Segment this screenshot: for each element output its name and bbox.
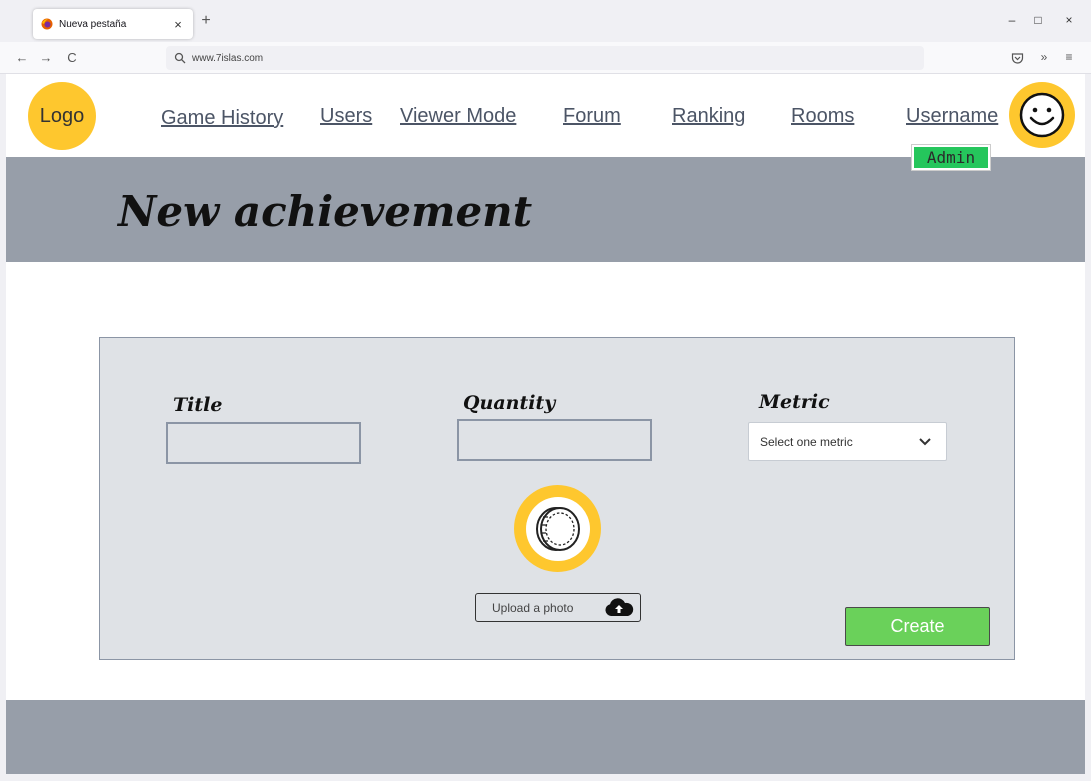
reload-button[interactable]: C [64,50,80,65]
nav-forum[interactable]: Forum [563,105,621,128]
quantity-label: Quantity [463,392,556,414]
title-input[interactable] [166,422,361,464]
upload-photo-label: Upload a photo [492,600,574,615]
logo[interactable]: Logo [28,82,96,150]
minimize-button[interactable]: – [1004,13,1020,27]
browser-tab[interactable]: Nueva pestaña × [33,9,193,39]
web-page: Logo Game History Users Viewer Mode Foru… [6,74,1085,774]
close-window-button[interactable]: × [1061,13,1077,27]
page-header-band: New achievement [6,157,1085,262]
nav-ranking[interactable]: Ranking [672,105,745,128]
metric-select[interactable]: Select one metric [748,422,947,461]
new-tab-button[interactable]: + [198,12,214,30]
metric-label: Metric [759,391,830,413]
title-label: Title [173,394,223,416]
tab-title: Nueva pestaña [59,18,127,30]
avatar[interactable] [1009,82,1075,148]
admin-badge-text: Admin [914,147,988,168]
browser-nav-bar: ← → C www.7islas.com » ≡ [0,42,1091,74]
create-button[interactable]: Create [845,607,990,646]
achievement-image-preview [514,485,601,572]
upload-photo-button[interactable]: Upload a photo [475,593,641,622]
nav-viewer-mode[interactable]: Viewer Mode [400,105,516,128]
chevron-down-icon [919,437,931,445]
page-title: New achievement [118,187,533,236]
admin-badge: Admin [911,144,991,171]
quantity-input[interactable] [457,419,652,461]
forward-button[interactable]: → [38,50,54,65]
firefox-icon [41,18,53,30]
url-text: www.7islas.com [192,52,264,64]
achievement-form: Title Quantity Metric Select one metric … [99,337,1015,660]
cloud-upload-icon [605,597,634,616]
browser-tab-bar: Nueva pestaña × + – □ × [0,0,1091,42]
nav-game-history[interactable]: Game History [161,107,283,130]
more-tools-button[interactable]: » [1036,50,1052,64]
nav-users[interactable]: Users [320,105,372,128]
nav-username[interactable]: Username [906,105,998,128]
coin-icon [535,506,580,551]
search-icon [174,52,186,64]
app-menu-button[interactable]: ≡ [1061,50,1077,64]
tab-close-icon[interactable]: × [171,17,185,32]
url-bar[interactable]: www.7islas.com [166,46,924,70]
logo-text: Logo [39,104,85,127]
maximize-button[interactable]: □ [1030,13,1046,27]
metric-select-value: Select one metric [760,434,853,449]
pocket-icon[interactable] [1011,52,1024,65]
back-button[interactable]: ← [14,50,30,65]
smiley-icon [1019,92,1065,138]
page-footer [6,700,1085,774]
nav-rooms[interactable]: Rooms [791,105,854,128]
